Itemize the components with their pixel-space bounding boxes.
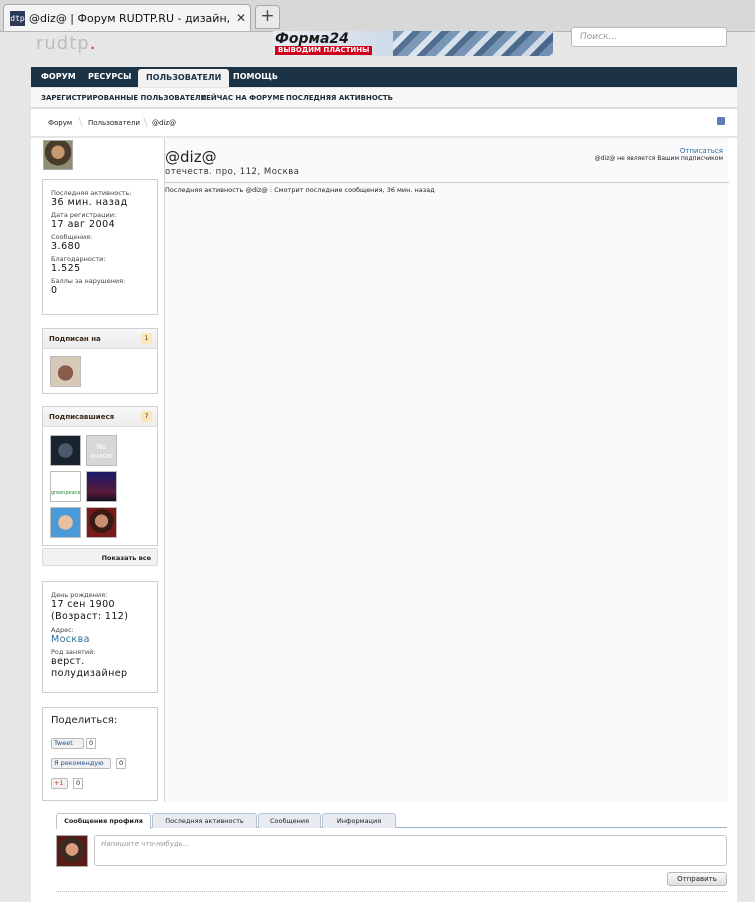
- followers-panel: Подписавшиеся 7 No avatar greenpeace: [42, 406, 158, 546]
- send-button[interactable]: Отправить: [667, 872, 727, 886]
- followers-count: 7: [141, 411, 152, 422]
- logo-accent: .: [89, 33, 97, 54]
- banner-subtitle: ВЫВОДИМ ПЛАСТИНЫ: [275, 46, 373, 55]
- show-all-followers[interactable]: Показать все: [42, 548, 158, 566]
- following-count: 1: [141, 333, 152, 344]
- nav-forum[interactable]: ФОРУМ: [41, 67, 76, 87]
- follower-avatar[interactable]: [86, 471, 117, 502]
- likes-value: 1.525: [51, 263, 81, 274]
- profile-tabs: Сообщения профиля Последняя активность С…: [56, 813, 727, 829]
- show-all-label: Показать все: [101, 554, 151, 562]
- breadcrumb-forum[interactable]: Форум: [48, 119, 72, 127]
- following-title: Подписан на: [49, 335, 101, 343]
- unfollow-link[interactable]: Отписаться: [680, 147, 723, 155]
- last-activity-line: Последняя активность @diz@ : Смотрит пос…: [165, 182, 729, 194]
- facebook-like-button[interactable]: Я рекомендую: [51, 758, 111, 769]
- new-tab-button[interactable]: +: [255, 5, 280, 29]
- search-input[interactable]: Поиск...: [571, 27, 727, 47]
- share-title: Поделиться:: [51, 715, 118, 726]
- site-logo[interactable]: rudtp.: [36, 33, 96, 54]
- main-area: Последняя активность: 36 мин. назад Дата…: [31, 138, 737, 902]
- follow-status-note: @diz@ не является Вашим подписчиком: [594, 155, 723, 162]
- birthday-value: 17 сен 1900: [51, 599, 115, 610]
- follower-avatar[interactable]: [86, 507, 117, 538]
- nav-help[interactable]: ПОМОЩЬ: [233, 67, 278, 87]
- sub-nav: ЗАРЕГИСТРИРОВАННЫЕ ПОЛЬЗОВАТЕЛИ СЕЙЧАС Н…: [31, 88, 737, 108]
- main-nav: ФОРУМ РЕСУРСЫ ПОЛЬЗОВАТЕЛИ ПОМОЩЬ: [31, 67, 737, 87]
- tweet-count: 0: [86, 738, 97, 749]
- tab-information[interactable]: Информация: [322, 813, 396, 828]
- gplus-count: 0: [73, 778, 84, 789]
- last-activity-label: Последняя активность:: [51, 189, 132, 197]
- following-avatar[interactable]: [50, 356, 81, 387]
- external-link-icon[interactable]: [717, 117, 725, 125]
- breadcrumb: Форум Пользователи @diz@: [31, 109, 737, 137]
- registered-label: Дата регистрации:: [51, 211, 117, 219]
- messages-label: Сообщения:: [51, 233, 93, 241]
- facebook-count: 0: [116, 758, 127, 769]
- last-activity-value: 36 мин. назад: [51, 197, 128, 208]
- birthday-label: День рождения:: [51, 591, 108, 599]
- logo-text: rudtp: [36, 33, 90, 54]
- tweet-button[interactable]: Tweet: [51, 738, 84, 749]
- followers-header: Подписавшиеся 7: [43, 407, 157, 427]
- address-label: Адрес:: [51, 626, 74, 634]
- share-box: Поделиться: Tweet 0 Я рекомендую 0 +1 0: [42, 707, 158, 801]
- nav-resources[interactable]: РЕСУРСЫ: [88, 67, 131, 87]
- my-avatar: [56, 835, 88, 867]
- close-tab-icon[interactable]: ✕: [236, 11, 246, 25]
- nav-users[interactable]: ПОЛЬЗОВАТЕЛИ: [138, 69, 230, 87]
- follower-greenpeace[interactable]: greenpeace: [50, 471, 81, 502]
- avatar[interactable]: [43, 140, 73, 170]
- likes-label: Благодарности:: [51, 255, 106, 263]
- gplus-button[interactable]: +1: [51, 778, 68, 789]
- banner-title: Форма24: [275, 31, 349, 47]
- following-panel: Подписан на 1: [42, 328, 158, 394]
- breadcrumb-users[interactable]: Пользователи: [88, 119, 140, 127]
- address-link[interactable]: Москва: [51, 634, 149, 645]
- tab-title: @diz@ | Форум RUDTP.RU - дизайн, ве...: [29, 12, 232, 25]
- occupation-label: Род занятий:: [51, 648, 96, 656]
- stats-box: Последняя активность: 36 мин. назад Дата…: [42, 179, 158, 315]
- profile-content: @diz@ отечеств. про, 112, Москва Отписат…: [164, 138, 729, 802]
- followers-title: Подписавшиеся: [49, 413, 115, 421]
- breadcrumb-current: @diz@: [152, 119, 177, 127]
- points-label: Баллы за нарушения:: [51, 277, 126, 285]
- following-header: Подписан на 1: [43, 329, 157, 349]
- ad-banner[interactable]: Форма24 ВЫВОДИМ ПЛАСТИНЫ: [273, 31, 553, 56]
- profile-subtitle: отечеств. про, 112, Москва: [165, 167, 300, 177]
- profile-post-input[interactable]: Напишите что-нибудь...: [94, 835, 727, 866]
- browser-tab[interactable]: dtp @diz@ | Форум RUDTP.RU - дизайн, ве.…: [3, 4, 251, 31]
- occupation-value: верст. полудизайнер: [51, 656, 128, 679]
- divider: [56, 891, 727, 892]
- messages-value[interactable]: 3.680: [51, 241, 149, 252]
- follower-avatar[interactable]: [50, 507, 81, 538]
- tab-profile-posts[interactable]: Сообщения профиля: [56, 813, 151, 829]
- points-value: 0: [51, 285, 58, 296]
- favicon-icon: dtp: [10, 11, 25, 26]
- follower-noavatar[interactable]: No avatar: [86, 435, 117, 466]
- subnav-registered[interactable]: ЗАРЕГИСТРИРОВАННЫЕ ПОЛЬЗОВАТЕЛИ: [41, 94, 206, 102]
- profile-name: @diz@: [165, 148, 217, 166]
- profile-sidebar: Последняя активность: 36 мин. назад Дата…: [42, 138, 160, 802]
- registered-value: 17 авг 2004: [51, 219, 116, 230]
- subnav-activity[interactable]: ПОСЛЕДНЯЯ АКТИВНОСТЬ: [286, 94, 393, 102]
- banner-art: [393, 31, 553, 56]
- tab-messages[interactable]: Сообщения: [258, 813, 321, 828]
- info-box: День рождения: 17 сен 1900 (Возраст: 112…: [42, 581, 158, 693]
- tab-recent-activity[interactable]: Последняя активность: [152, 813, 257, 828]
- follower-avatar[interactable]: [50, 435, 81, 466]
- breadcrumb-separator: [71, 117, 83, 127]
- age-value: (Возраст: 112): [51, 611, 129, 622]
- subnav-online[interactable]: СЕЙЧАС НА ФОРУМЕ: [201, 94, 284, 102]
